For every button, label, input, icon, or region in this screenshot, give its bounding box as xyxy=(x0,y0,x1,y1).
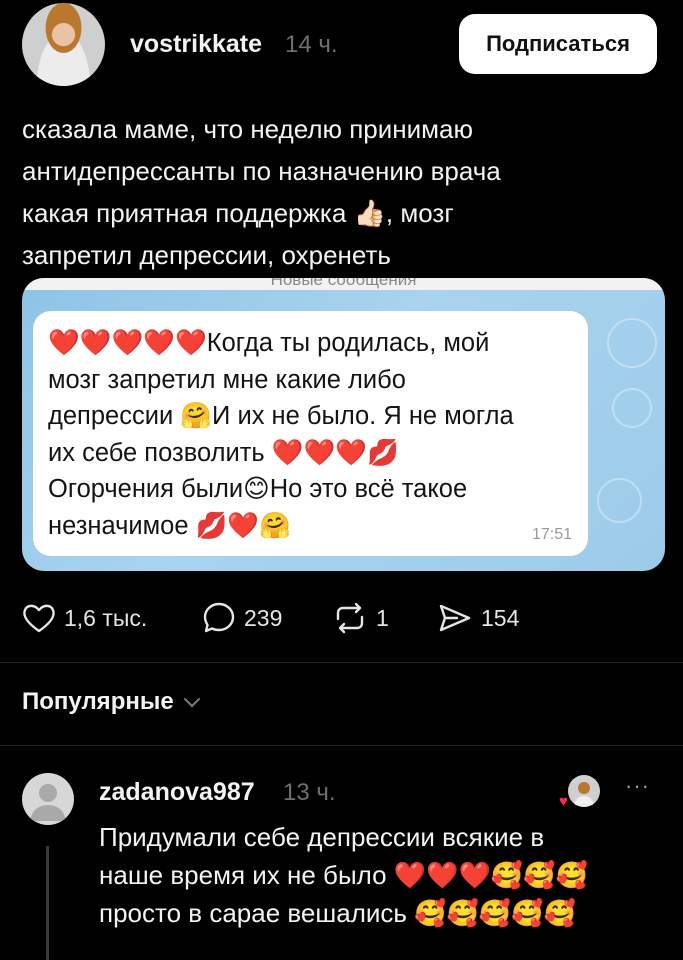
commenter-avatar[interactable] xyxy=(22,773,74,825)
chat-message-line: ❤️❤️❤️❤️❤️Когда ты родилась, мой xyxy=(48,329,490,357)
chat-message-line: их себе позволить ❤️❤️❤️💋 xyxy=(48,438,399,467)
post-text: сказала маме, что неделю принимаю антиде… xyxy=(22,108,642,276)
chat-message-line: Огорчения были😊Но это всё такое xyxy=(48,475,468,503)
post-text-line: какая приятная поддержка 👍🏻, мозг xyxy=(22,198,454,228)
like-button[interactable]: 1,6 тыс. xyxy=(22,598,147,638)
more-icon[interactable]: ··· xyxy=(625,773,650,799)
liker-avatar-icon xyxy=(568,775,600,807)
comment-count: 239 xyxy=(244,604,283,631)
default-avatar-icon xyxy=(30,784,66,821)
thread-line xyxy=(46,846,49,960)
share-button[interactable]: 154 xyxy=(437,598,519,638)
post-text-line: сказала маме, что неделю принимаю xyxy=(22,114,474,144)
repost-button[interactable]: 1 xyxy=(332,598,389,638)
chat-message-time: 17:51 xyxy=(531,526,572,543)
post-text-line: антидепрессанты по назначению врача xyxy=(22,156,501,186)
subscribe-button[interactable]: Подписаться xyxy=(459,14,657,74)
post-header: vostrikkate 14 ч. Подписаться xyxy=(0,0,683,100)
like-count: 1,6 тыс. xyxy=(64,604,148,631)
author-avatar[interactable] xyxy=(22,3,105,86)
chat-message-text: ❤️❤️❤️❤️❤️Когда ты родилась, мой мозг за… xyxy=(48,325,578,544)
author-liked-heart-icon: ♥ xyxy=(559,793,568,810)
author-liked-avatar xyxy=(568,775,600,807)
comment-text-line: Придумали себе депрессии всякие в xyxy=(99,822,545,852)
chat-message-bubble: ❤️❤️❤️❤️❤️Когда ты родилась, мой мозг за… xyxy=(33,311,588,556)
comment-text-line: наше время их не было ❤️❤️❤️🥰🥰🥰 xyxy=(99,860,589,890)
comments-sort-label: Популярные xyxy=(22,688,174,715)
chat-doodle xyxy=(597,478,642,523)
chevron-down-icon xyxy=(183,698,200,707)
author-username[interactable]: vostrikkate xyxy=(130,30,262,59)
chat-message-line: депрессии 🤗И их не было. Я не могла xyxy=(48,402,514,430)
chat-message-line: мозг запретил мне какие либо xyxy=(48,365,406,394)
repost-icon xyxy=(336,602,364,634)
comment-time: 13 ч. xyxy=(283,779,336,806)
heart-icon xyxy=(23,604,55,633)
share-count: 154 xyxy=(481,604,520,631)
share-icon xyxy=(439,604,471,632)
comments-sort-dropdown[interactable]: Популярные xyxy=(22,688,202,716)
chat-message-line: незначимое 💋❤️🤗 xyxy=(48,511,291,540)
chat-new-messages-label: Новые сообщения xyxy=(270,278,417,289)
comment-text-line: просто в сарае вешались 🥰🥰🥰🥰🥰 xyxy=(99,898,577,928)
repost-count: 1 xyxy=(376,604,389,631)
post-text-line: запретил депрессии, охренеть xyxy=(22,240,391,270)
divider xyxy=(0,662,683,663)
post-actions: 1,6 тыс. 239 1 154 xyxy=(22,598,662,638)
chat-doodle xyxy=(607,318,657,368)
divider xyxy=(0,745,683,746)
comment-button[interactable]: 239 xyxy=(202,598,282,638)
comment-text: Придумали себе депрессии всякие в наше в… xyxy=(99,818,659,932)
post-image[interactable]: Новые сообщения ❤️❤️❤️❤️❤️Когда ты родил… xyxy=(22,278,665,571)
chat-doodle xyxy=(612,388,652,428)
commenter-username[interactable]: zadanova987 xyxy=(99,778,255,807)
comment-icon xyxy=(203,602,235,633)
post-time: 14 ч. xyxy=(285,31,338,58)
